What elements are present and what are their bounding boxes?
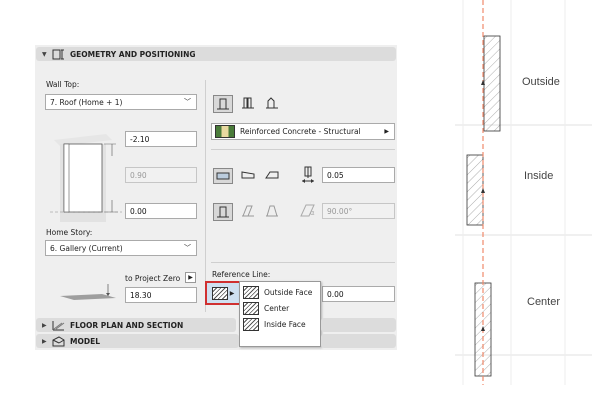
wall-height-illustration (50, 134, 122, 222)
bottom-offset-value: 0.00 (130, 206, 147, 216)
reference-line-menu: Outside Face Center Inside Face (239, 281, 321, 347)
home-story-select[interactable]: 6. Gallery (Current) ﹀ (45, 240, 197, 256)
height-value: 0.90 (130, 170, 147, 180)
menu-item-outside-face[interactable]: Outside Face (240, 284, 320, 300)
bottom-offset-field[interactable]: 0.00 (125, 203, 197, 219)
wall-top-select[interactable]: 7. Roof (Home + 1) ﹀ (45, 94, 197, 110)
floor-plan-section-title: FLOOR PLAN AND SECTION (70, 320, 184, 330)
menu-item-label: Center (264, 303, 290, 313)
column-divider (205, 80, 206, 312)
slant-buttons (213, 203, 281, 221)
wall-top-value: 7. Roof (Home + 1) (50, 97, 123, 107)
project-zero-menu-icon[interactable]: ▶ (185, 272, 196, 283)
thickness-icon (302, 166, 314, 183)
model-section-title: MODEL (70, 336, 100, 346)
geometry-section-header[interactable]: ▼ GEOMETRY AND POSITIONING (36, 47, 396, 61)
material-select[interactable]: Reinforced Concrete - Structural ▶ (211, 123, 395, 140)
divider (211, 262, 395, 263)
menu-item-label: Inside Face (264, 319, 306, 329)
chevron-down-icon: ﹀ (184, 98, 191, 106)
geometry-icon (52, 49, 66, 60)
floor-plan-header-strip (321, 318, 396, 332)
outside-face-icon (243, 285, 259, 299)
chevron-down-icon: ﹀ (184, 244, 191, 252)
double-slanted-profile-icon[interactable] (263, 168, 281, 182)
menu-item-label: Outside Face (264, 287, 313, 297)
inside-face-icon (243, 317, 259, 331)
reference-line-button[interactable]: ▶ (205, 281, 241, 305)
dropdown-arrow-icon: ▶ (229, 289, 235, 297)
material-value: Reinforced Concrete - Structural (240, 127, 361, 136)
wall-shape-buttons (213, 168, 281, 184)
reference-line-outside-face-icon (211, 286, 228, 300)
straight-profile-icon[interactable] (213, 168, 233, 184)
expand-triangle-icon[interactable]: ▶ (42, 338, 52, 345)
expand-triangle-icon[interactable]: ▶ (42, 322, 52, 329)
building-material-icon (215, 125, 235, 138)
trapezoid-wall-icon[interactable] (239, 95, 257, 111)
geometry-section-title: GEOMETRY AND POSITIONING (70, 49, 196, 59)
to-project-zero-label: to Project Zero (125, 274, 181, 283)
thickness-field[interactable]: 0.05 (322, 167, 395, 183)
center-icon (243, 301, 259, 315)
reference-offset-value: 0.00 (327, 289, 344, 299)
wall-top-label: Wall Top: (46, 80, 80, 89)
slanted-wall-icon[interactable] (239, 203, 257, 219)
diagram-label-outside: Outside (522, 76, 560, 88)
angle-value: 90.00° (327, 206, 353, 216)
diagram-label-center: Center (527, 296, 561, 308)
diagram-label-inside: Inside (524, 170, 554, 182)
home-story-value: 6. Gallery (Current) (50, 243, 123, 253)
divider (211, 149, 395, 150)
project-zero-field[interactable]: 18.30 (125, 287, 197, 303)
reference-line-diagram (455, 0, 592, 385)
model-section-header[interactable]: ▶ MODEL (36, 334, 239, 348)
top-offset-field[interactable]: -2.10 (125, 131, 197, 147)
model-header-strip (321, 334, 396, 348)
slanted-profile-icon[interactable] (239, 168, 257, 182)
double-slanted-wall-icon[interactable] (263, 203, 281, 219)
home-story-label: Home Story: (46, 228, 93, 237)
angle-icon: α (300, 204, 315, 217)
floor-plan-section-header[interactable]: ▶ FLOOR PLAN AND SECTION (36, 318, 236, 332)
project-zero-value: 18.30 (130, 290, 152, 300)
material-menu-icon: ▶ (384, 128, 389, 135)
elevation-illustration (60, 284, 116, 300)
reference-offset-field[interactable]: 0.00 (322, 286, 395, 302)
reference-line-label: Reference Line: (212, 270, 271, 279)
menu-item-inside-face[interactable]: Inside Face (240, 316, 320, 332)
floor-plan-icon (52, 320, 66, 331)
svg-text:α: α (310, 209, 315, 217)
vertical-wall-icon[interactable] (213, 203, 233, 221)
thickness-value: 0.05 (327, 170, 344, 180)
collapse-triangle-icon[interactable]: ▼ (42, 51, 52, 58)
height-field: 0.90 (125, 167, 197, 183)
menu-item-center[interactable]: Center (240, 300, 320, 316)
straight-wall-icon[interactable] (213, 95, 233, 113)
polygonal-wall-icon[interactable] (263, 95, 281, 111)
wall-geometry-buttons (213, 95, 281, 113)
top-offset-value: -2.10 (130, 134, 150, 144)
angle-field: 90.00° (322, 203, 395, 219)
model-icon (52, 335, 66, 347)
